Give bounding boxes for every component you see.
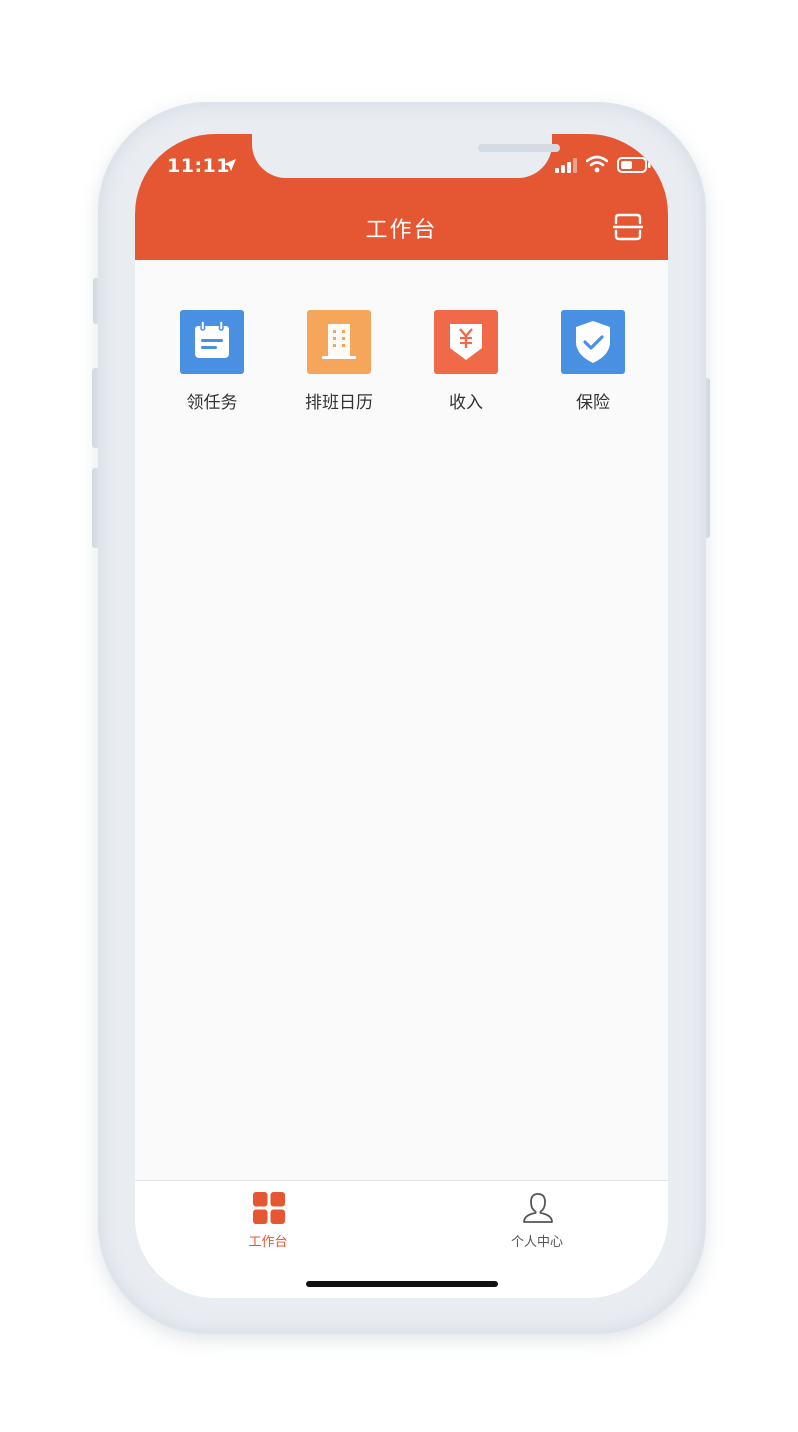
- app-insurance[interactable]: 保险: [538, 308, 648, 418]
- bottom-tab-bar: 工作台 个人中心: [135, 1180, 668, 1298]
- location-arrow-icon: [224, 159, 236, 171]
- app-grid: 领任务 排班日历 收入 保险: [135, 308, 668, 418]
- speaker-grille: [478, 144, 560, 152]
- app-schedule-calendar[interactable]: 排班日历: [284, 308, 394, 418]
- app-income[interactable]: 收入: [411, 308, 521, 418]
- status-time: 11:11: [167, 155, 230, 177]
- page-title: 工作台: [365, 218, 438, 243]
- home-indicator[interactable]: [306, 1281, 498, 1287]
- app-label: 领任务: [186, 393, 238, 413]
- person-icon: [523, 1193, 553, 1223]
- phone-frame: 11:11 工作台 领任务 排班日历 收入 保险 工作台 个人中心: [98, 102, 706, 1334]
- tab-workbench[interactable]: 工作台: [198, 1189, 338, 1253]
- app-header: 11:11 工作台: [135, 134, 668, 260]
- notch: [252, 134, 560, 178]
- insurance-shield-icon: [561, 310, 625, 374]
- app-label: 收入: [449, 393, 483, 413]
- tab-label: 工作台: [248, 1235, 288, 1250]
- task-calendar-icon: [180, 310, 244, 374]
- scan-icon[interactable]: [613, 212, 643, 242]
- battery-icon: [617, 157, 651, 173]
- income-yuan-icon: [434, 310, 498, 374]
- tab-label: 个人中心: [510, 1235, 563, 1250]
- grid-icon: [253, 1192, 285, 1224]
- app-claim-task[interactable]: 领任务: [157, 308, 267, 418]
- mockup-stage: 11:11 工作台 领任务 排班日历 收入 保险 工作台 个人中心: [0, 0, 798, 1432]
- cellular-signal-icon: [555, 158, 577, 173]
- building-icon: [307, 310, 371, 374]
- tab-personal-center[interactable]: 个人中心: [467, 1189, 607, 1253]
- app-label: 排班日历: [305, 393, 373, 413]
- app-label: 保险: [576, 393, 610, 413]
- wifi-icon: [586, 155, 608, 173]
- phone-screen: 11:11 工作台 领任务 排班日历 收入 保险 工作台 个人中心: [135, 134, 668, 1298]
